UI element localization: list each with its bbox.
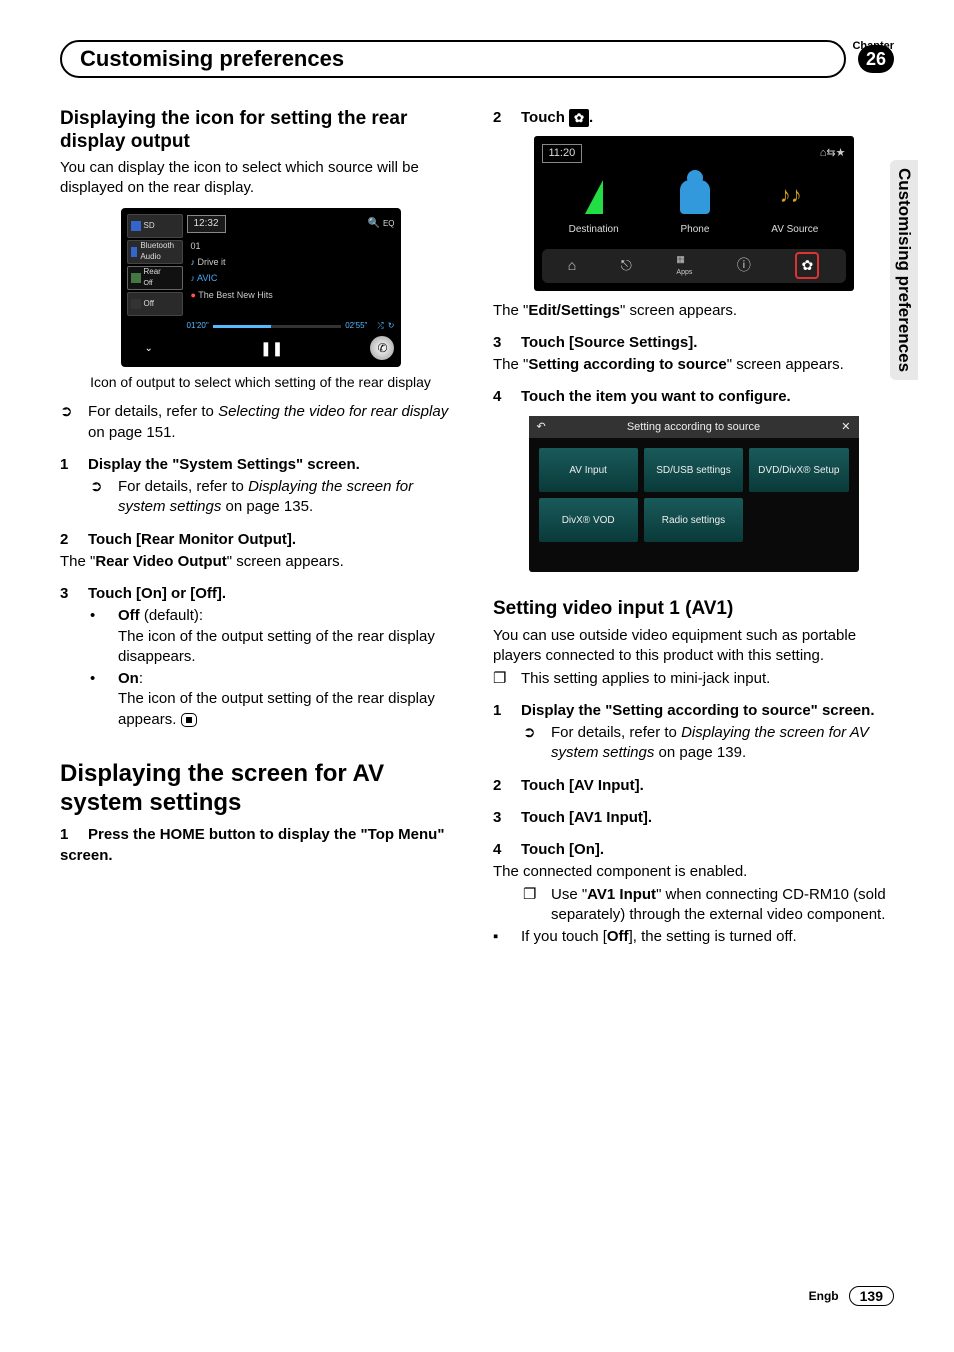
ref-icon: ➲: [523, 723, 551, 764]
step-1: 1Display the "System Settings" screen.: [60, 455, 461, 475]
av1-step-3: 3Touch [AV1 Input].: [493, 808, 894, 828]
side-button-bluetooth[interactable]: Bluetooth Audio: [127, 240, 183, 264]
chapter-label: Chapter: [852, 40, 894, 52]
phone-icon: [680, 180, 710, 214]
page-footer: Engb 139: [809, 1286, 894, 1306]
step-b1: 1Press the HOME button to display the "T…: [60, 825, 461, 866]
screenshot-caption: Icon of output to select which setting o…: [60, 373, 461, 392]
option-on: On: The icon of the output setting of th…: [118, 669, 461, 730]
pause-button[interactable]: ❚❚: [260, 339, 283, 358]
track-number: 01: [187, 238, 395, 254]
chapter-title: Customising preferences: [80, 46, 344, 72]
cell-divx-vod[interactable]: DivX® VOD: [539, 498, 638, 542]
ref-icon: ➲: [60, 402, 88, 443]
chapter-title-bar: Customising preferences: [60, 40, 846, 78]
music-icon: [780, 182, 810, 212]
step-3: 3Touch [On] or [Off].: [60, 584, 461, 604]
menu-destination[interactable]: Destination: [569, 175, 619, 237]
left-column: Displaying the icon for setting the rear…: [60, 108, 461, 947]
cell-av-input[interactable]: AV Input: [539, 448, 638, 492]
route-icon[interactable]: ⎋: [621, 256, 632, 275]
language-label: Engb: [809, 1289, 839, 1303]
av1-step-1: 1Display the "Setting according to sourc…: [493, 701, 894, 721]
cell-empty: [749, 498, 848, 542]
screenshot-media-player: SD Bluetooth Audio RearOff Off 12:32 🔍 E…: [121, 208, 401, 367]
close-icon[interactable]: ✕: [841, 420, 850, 435]
cell-sd-usb[interactable]: SD/USB settings: [644, 448, 743, 492]
step-r4: 4Touch the item you want to configure.: [493, 387, 894, 407]
track-title: ♪ Drive it: [187, 254, 395, 270]
heading-rear-display-icon: Displaying the icon for setting the rear…: [60, 108, 461, 154]
side-tab: Customising preferences: [890, 160, 918, 380]
back-icon[interactable]: ↶: [537, 420, 546, 435]
step-r2: 2Touch ✿.: [493, 108, 894, 128]
chevron-down-icon[interactable]: ⌄: [145, 342, 153, 356]
settings-icon[interactable]: ✿: [795, 252, 819, 279]
repeat-icon[interactable]: ↻: [388, 321, 395, 332]
av1-step-4: 4Touch [On].: [493, 840, 894, 860]
intro-text: You can display the icon to select which…: [60, 158, 461, 199]
av1-note3: If you touch [Off], the setting is turne…: [521, 927, 797, 947]
page-number: 139: [849, 1286, 894, 1306]
phone-button[interactable]: ✆: [370, 336, 394, 360]
side-button-sd[interactable]: SD: [127, 214, 183, 238]
progress-bar[interactable]: 01'20"02'55" ⤮ ↻: [187, 321, 395, 332]
heading-av1: Setting video input 1 (AV1): [493, 596, 894, 622]
side-button-off[interactable]: Off: [127, 292, 183, 316]
option-off: Off (default): The icon of the output se…: [118, 606, 461, 667]
step-r3-body: The "Setting according to source" screen…: [493, 355, 894, 375]
ref-text: For details, refer to Selecting the vide…: [88, 402, 461, 443]
av1-note1: This setting applies to mini-jack input.: [521, 669, 770, 689]
home-icons: ⌂⇆★: [820, 146, 846, 161]
menu-av-source[interactable]: AV Source: [771, 175, 818, 237]
screenshot-top-menu: 11:20 ⌂⇆★ Destination Phone AV Source: [534, 136, 854, 290]
end-icon: [181, 713, 197, 727]
av1-step-4-body: The connected component is enabled.: [493, 862, 894, 882]
note-icon: ❐: [493, 669, 521, 689]
destination-icon: [585, 180, 603, 214]
step-r2-body: The "Edit/Settings" screen appears.: [493, 301, 894, 321]
av1-note2: Use "AV1 Input" when connecting CD-RM10 …: [551, 885, 894, 926]
album-name: ♪ AVIC: [187, 270, 395, 286]
bullet-icon: •: [90, 669, 118, 730]
apps-icon[interactable]: ▦Apps: [676, 253, 692, 278]
step-1-subref: For details, refer to Displaying the scr…: [118, 477, 461, 518]
heading-av-system-settings: Displaying the screen for AV system sett…: [60, 760, 461, 818]
search-icon[interactable]: 🔍: [368, 218, 380, 229]
menu-phone[interactable]: Phone: [673, 175, 717, 237]
av1-intro: You can use outside video equipment such…: [493, 626, 894, 667]
nav-icon[interactable]: ⌂: [568, 256, 576, 275]
ref-icon: ➲: [90, 477, 118, 518]
step-r3: 3Touch [Source Settings].: [493, 333, 894, 353]
side-button-rear[interactable]: RearOff: [127, 266, 183, 290]
screenshot-source-settings: ↶ Setting according to source ✕ AV Input…: [529, 416, 859, 573]
eq-icon[interactable]: EQ: [383, 219, 395, 228]
step-2: 2Touch [Rear Monitor Output].: [60, 530, 461, 550]
playlist-name: ● The Best New Hits: [187, 287, 395, 303]
av1-step-1-ref: For details, refer to Displaying the scr…: [551, 723, 894, 764]
av1-step-2: 2Touch [AV Input].: [493, 776, 894, 796]
cell-dvd-divx[interactable]: DVD/DivX® Setup: [749, 448, 848, 492]
cell-radio[interactable]: Radio settings: [644, 498, 743, 542]
gear-icon: ✿: [569, 109, 589, 127]
note-icon: ❐: [523, 885, 551, 926]
shuffle-icon[interactable]: ⤮: [377, 321, 383, 332]
right-column: 2Touch ✿. 11:20 ⌂⇆★ Destination Phone: [493, 108, 894, 947]
square-bullet-icon: ▪: [493, 927, 521, 947]
clock: 11:20: [542, 144, 583, 163]
clock: 12:32: [187, 215, 226, 233]
bullet-icon: •: [90, 606, 118, 667]
settings-screen-title: Setting according to source: [627, 420, 760, 435]
step-2-body: The "Rear Video Output" screen appears.: [60, 552, 461, 572]
info-icon[interactable]: ⓘ: [737, 256, 751, 275]
